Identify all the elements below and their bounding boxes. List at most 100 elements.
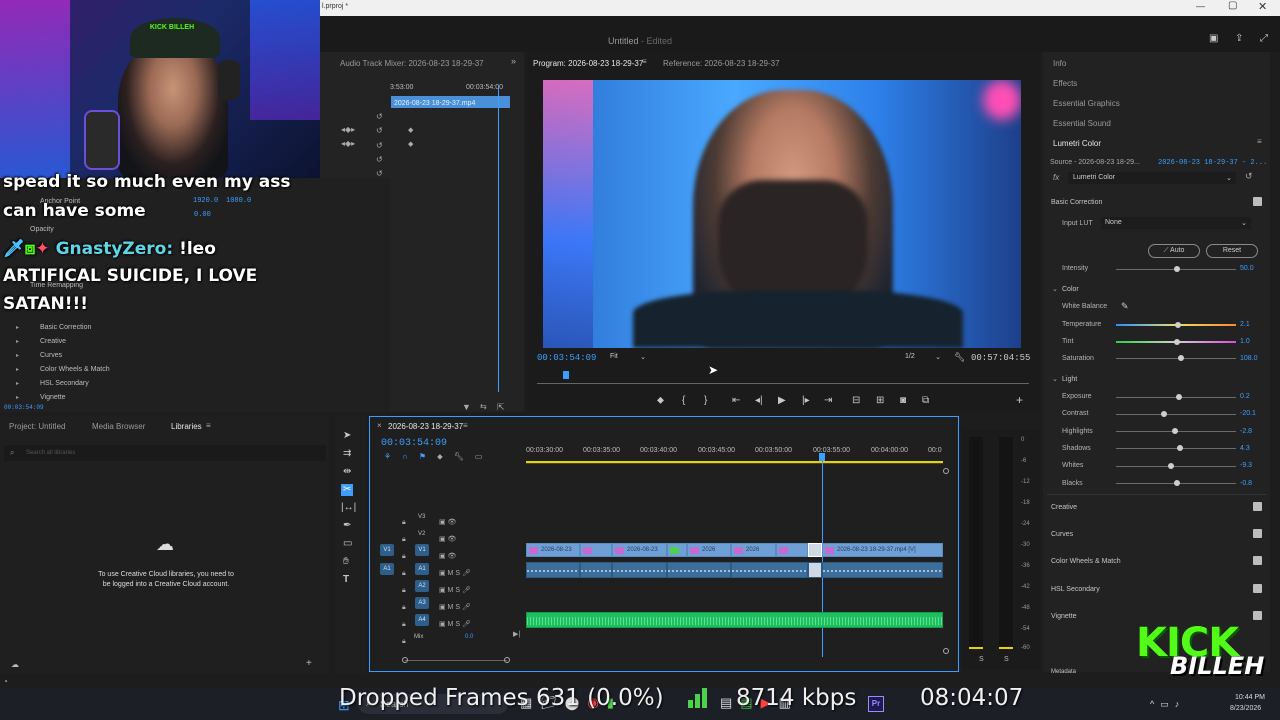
resolution-select[interactable]: 1/2 ⌄ (905, 353, 943, 364)
program-timecode[interactable]: 00:03:54:09 (537, 353, 596, 363)
wrench-icon[interactable]: 🔧︎ (954, 352, 965, 363)
panel-export-icon[interactable]: ⇱ (497, 402, 505, 413)
slider-knob[interactable] (1168, 463, 1174, 469)
razor-tool-icon[interactable]: ✂ (341, 484, 354, 496)
step-forward-icon[interactable]: |▸ (802, 396, 810, 406)
reset-button[interactable]: Reset (1206, 244, 1258, 258)
step-back-icon[interactable]: ◂| (755, 396, 763, 406)
audio-clip-music[interactable] (526, 612, 943, 628)
tab-media-browser[interactable]: Media Browser (92, 422, 145, 431)
anchor-x-value[interactable]: 1920.0 (193, 197, 218, 205)
play-icon[interactable]: ▶ (778, 396, 786, 406)
rectangle-tool-icon[interactable]: ▭ (343, 539, 352, 549)
fullscreen-icon[interactable]: ⤢ (1260, 34, 1268, 44)
mark-in-icon[interactable]: { (682, 396, 685, 406)
video-clip[interactable]: 2026 (687, 543, 731, 557)
fx-select[interactable]: Lumetri Color ⌄ (1068, 172, 1236, 184)
panel-menu-icon[interactable]: ≡ (1257, 137, 1262, 146)
highlights-value[interactable]: -2.8 (1240, 428, 1252, 435)
taskbar-date[interactable]: 8/23/2026 (1230, 705, 1261, 712)
go-to-out-icon[interactable]: ⇥ (824, 396, 832, 406)
section-hsl-secondary[interactable]: HSL Secondary (1051, 586, 1100, 593)
ripple-edit-icon[interactable]: ⇹ (343, 467, 351, 477)
shadows-value[interactable]: 4.3 (1240, 445, 1250, 452)
scroll-handle-left[interactable] (402, 657, 408, 663)
chevron-down-icon[interactable]: ⌄ (1052, 285, 1058, 293)
add-library-icon[interactable]: + (306, 658, 312, 669)
section-basic-correction[interactable]: Basic Correction (1051, 199, 1102, 206)
selection-tool-icon[interactable]: ➤ (343, 431, 351, 441)
tint-value[interactable]: 1.0 (1240, 338, 1250, 345)
input-lut-select[interactable]: None ⌄ (1101, 217, 1251, 229)
effect-color-wheels[interactable]: Color Wheels & Match (40, 366, 110, 373)
whites-value[interactable]: -9.3 (1240, 462, 1252, 469)
cloud-sync-icon[interactable]: ☁︎ (11, 660, 19, 669)
video-clip[interactable]: 2026-08-23 18-29-37.mp4 [V] (822, 543, 943, 557)
tab-effects[interactable]: Effects (1053, 79, 1077, 88)
program-tab[interactable]: Program: 2026-08-23 18-29-37 (533, 59, 643, 68)
track-lock-icons[interactable]: 🔒︎ 🔒︎ 🔒︎ 🔒︎ 🔒︎ 🔒︎ 🔒︎ 🔒︎ (402, 514, 406, 650)
slider-knob[interactable] (1175, 322, 1181, 328)
source-label[interactable]: Source - 2026-08-23 18-29... (1050, 159, 1140, 166)
slider-knob[interactable] (1174, 480, 1180, 486)
keyframe-nav-1[interactable]: ◂◆▸ (341, 125, 355, 134)
temperature-value[interactable]: 2.1 (1240, 321, 1250, 328)
slider-knob[interactable] (1177, 445, 1183, 451)
close-button[interactable]: ✕ (1258, 0, 1267, 13)
light-section-label[interactable]: Light (1062, 376, 1077, 383)
keyframe-dot-2[interactable]: ◆ (408, 140, 413, 148)
panel-menu-icon[interactable]: ≡ (463, 421, 468, 430)
audio-clip[interactable] (526, 562, 580, 578)
effect-curves[interactable]: Curves (40, 352, 62, 359)
contrast-slider[interactable] (1116, 411, 1236, 417)
tint-slider[interactable] (1116, 339, 1236, 345)
slider-knob[interactable] (1174, 339, 1180, 345)
track-a4-label[interactable]: A4 (415, 614, 429, 626)
video-clip[interactable]: 2026-08-23 (612, 543, 667, 557)
blacks-slider[interactable] (1116, 480, 1236, 486)
curves-checkbox[interactable] (1253, 529, 1262, 538)
panel-menu-icon[interactable]: » (511, 56, 516, 66)
mix-end-icon[interactable]: ▶| (513, 630, 520, 638)
track-v1-label[interactable]: V1 (415, 544, 429, 556)
panel-menu-icon[interactable]: ≡ (642, 57, 647, 66)
keyframe-dot-1[interactable]: ◆ (408, 126, 413, 134)
chevron-right-icon[interactable]: ▸ (16, 338, 19, 345)
temperature-slider[interactable] (1116, 322, 1236, 328)
slider-knob[interactable] (1178, 355, 1184, 361)
metadata-tab[interactable]: Metadata (1051, 669, 1076, 675)
video-clip-selected[interactable] (808, 543, 822, 557)
effect-creative[interactable]: Creative (40, 338, 66, 345)
tab-libraries[interactable]: Libraries (171, 422, 202, 431)
section-creative[interactable]: Creative (1051, 504, 1077, 511)
audio-mixer-title[interactable]: Audio Track Mixer: 2026-08-23 18-29-37 (340, 59, 484, 68)
tab-essential-graphics[interactable]: Essential Graphics (1053, 99, 1120, 108)
tab-project[interactable]: Project: Untitled (9, 422, 65, 431)
slider-knob[interactable] (1176, 394, 1182, 400)
keyframe-nav-2[interactable]: ◂◆▸ (341, 139, 355, 148)
vertical-scroll-handle-bottom[interactable] (943, 648, 949, 654)
tab-info[interactable]: Info (1053, 59, 1066, 68)
source-a1-patch[interactable]: A1 (380, 563, 394, 575)
mixer-clip-bar[interactable]: 2026-08-23 18-29-37.mp4 (391, 96, 510, 108)
go-to-in-icon[interactable]: ⇤ (732, 396, 740, 406)
slider-knob[interactable] (1161, 411, 1167, 417)
extract-icon[interactable]: ⊞ (876, 396, 884, 406)
tray-icons[interactable]: ^▭♪ (1150, 699, 1185, 710)
source-sequence[interactable]: 2026-08-23 18-29-37 - 2... (1158, 159, 1267, 167)
exposure-slider[interactable] (1116, 394, 1236, 400)
pen-tool-icon[interactable]: ✒ (343, 521, 351, 531)
anchor-y-value[interactable]: 1080.0 (226, 197, 251, 205)
scroll-handle-right[interactable] (504, 657, 510, 663)
highlights-slider[interactable] (1116, 428, 1236, 434)
mix-value[interactable]: 0.0 (465, 634, 473, 640)
section-vignette[interactable]: Vignette (1051, 613, 1077, 620)
timeline-close-icon[interactable]: × (377, 421, 382, 430)
timeline-title[interactable]: 2026-08-23 18-29-37 (388, 422, 463, 431)
tab-essential-sound[interactable]: Essential Sound (1053, 119, 1111, 128)
creative-checkbox[interactable] (1253, 502, 1262, 511)
slip-tool-icon[interactable]: |↔| (341, 503, 356, 513)
taskbar-time[interactable]: 10:44 PM (1235, 694, 1265, 701)
camera-icon[interactable]: ◙ (900, 396, 906, 406)
compare-icon[interactable]: ⧉ (922, 396, 929, 406)
